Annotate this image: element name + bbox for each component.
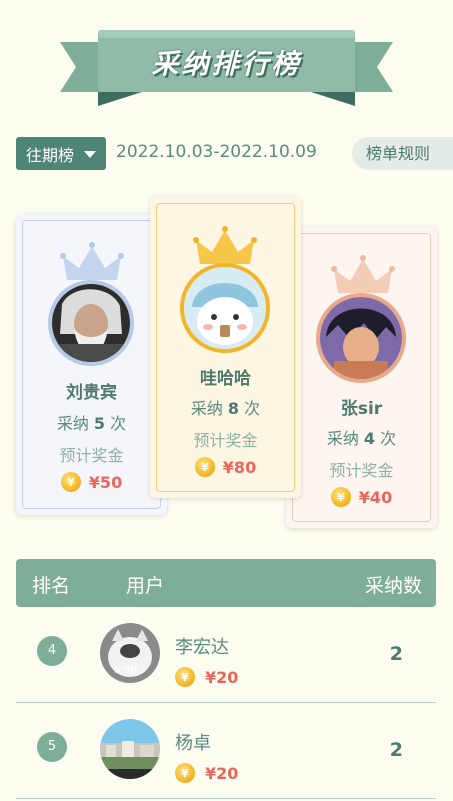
header-count: 采纳数 bbox=[364, 575, 422, 597]
avatar bbox=[100, 719, 160, 779]
row-count: 2 bbox=[389, 739, 403, 761]
row-count: 2 bbox=[389, 643, 403, 665]
table-row[interactable]: 5 杨卓 ¥ ¥20 2 bbox=[16, 703, 436, 799]
period-dropdown[interactable]: 往期榜 bbox=[16, 137, 106, 170]
crown-icon bbox=[331, 255, 395, 293]
rank-badge: 4 bbox=[37, 636, 67, 666]
page-title: 采纳排行榜 bbox=[151, 49, 302, 80]
podium-card-rank-1[interactable]: 哇哈哈 采纳 8 次 预计奖金 ¥ ¥80 bbox=[150, 197, 301, 498]
podium-adopt-count: 采纳 4 次 bbox=[326, 429, 397, 448]
caret-down-icon bbox=[84, 151, 96, 158]
period-label: 往期榜 bbox=[25, 145, 74, 165]
coin-icon: ¥ bbox=[175, 667, 195, 687]
avatar-caption: 没得救了 bbox=[114, 664, 146, 674]
prize-amount: ¥ ¥40 bbox=[286, 487, 437, 507]
podium-adopt-count: 采纳 5 次 bbox=[56, 414, 127, 433]
rules-button[interactable]: 榜单规则 bbox=[352, 137, 453, 170]
date-range: 2022.10.03-2022.10.09 bbox=[116, 142, 317, 162]
coin-icon: ¥ bbox=[194, 457, 215, 477]
podium-name: 张sir bbox=[340, 399, 383, 419]
podium-name: 哇哈哈 bbox=[200, 369, 251, 389]
row-name: 李宏达 bbox=[175, 637, 229, 658]
prize-label: 预计奖金 bbox=[193, 431, 258, 450]
podium-card-rank-2[interactable]: 刘贵宾 采纳 5 次 预计奖金 ¥ ¥50 bbox=[16, 214, 167, 515]
ranking-table-header: 排名 用户 采纳数 bbox=[16, 559, 436, 607]
avatar bbox=[180, 263, 270, 353]
prize-amount: ¥ ¥20 bbox=[175, 763, 238, 783]
avatar bbox=[48, 280, 134, 366]
row-name: 杨卓 bbox=[175, 733, 211, 754]
title-banner: 采纳排行榜 bbox=[60, 28, 393, 110]
coin-icon: ¥ bbox=[175, 763, 195, 783]
table-row[interactable]: 4 没得救了 李宏达 ¥ ¥20 2 bbox=[16, 607, 436, 703]
prize-amount: ¥ ¥20 bbox=[175, 667, 238, 687]
rank-badge: 5 bbox=[37, 732, 67, 762]
podium-card-rank-3[interactable]: 张sir 采纳 4 次 预计奖金 ¥ ¥40 bbox=[286, 227, 437, 528]
crown-icon bbox=[60, 242, 124, 280]
header-rank: 排名 bbox=[32, 575, 71, 597]
prize-label: 预计奖金 bbox=[329, 461, 394, 480]
podium-adopt-count: 采纳 8 次 bbox=[190, 399, 261, 418]
coin-icon: ¥ bbox=[330, 487, 351, 507]
prize-amount: ¥ ¥50 bbox=[16, 472, 167, 492]
prize-label: 预计奖金 bbox=[59, 446, 124, 465]
prize-amount: ¥ ¥80 bbox=[150, 457, 301, 477]
header-user: 用户 bbox=[126, 575, 165, 597]
avatar bbox=[316, 293, 406, 383]
podium-name: 刘贵宾 bbox=[66, 383, 117, 403]
crown-icon bbox=[193, 226, 257, 264]
avatar: 没得救了 bbox=[100, 623, 160, 683]
coin-icon: ¥ bbox=[60, 472, 81, 492]
